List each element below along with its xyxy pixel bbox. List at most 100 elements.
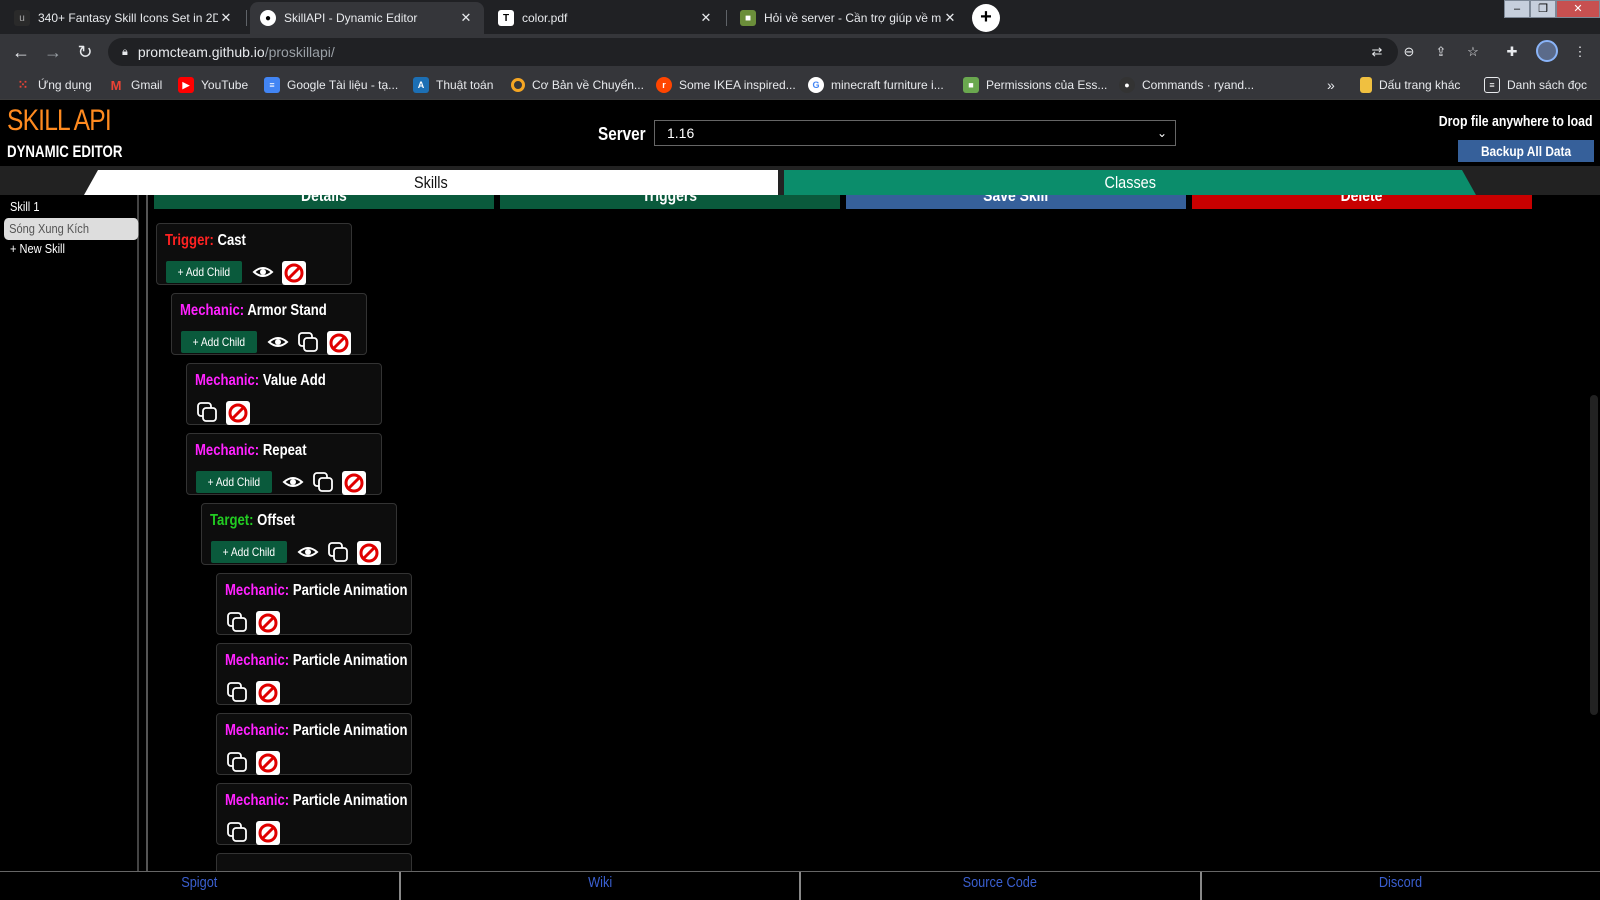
footer-link-wiki[interactable]: Wiki [401, 872, 801, 900]
copy-icon[interactable] [297, 331, 319, 353]
reading-list-button[interactable]: ≡ Danh sách đọc [1484, 76, 1587, 94]
bookmark-other[interactable]: Dấu trang khác [1360, 76, 1460, 94]
copy-icon[interactable] [327, 541, 349, 563]
server-label: Server [598, 124, 646, 144]
tab-divider [726, 10, 727, 26]
add-child-button[interactable]: + Add Child [166, 261, 242, 283]
skill-component-node[interactable] [216, 853, 412, 871]
bookmark-commands[interactable]: ● Commands · ryand... [1119, 76, 1254, 94]
backup-all-button[interactable]: Backup All Data [1458, 140, 1594, 162]
copy-icon[interactable] [226, 611, 248, 633]
copy-icon[interactable] [196, 401, 218, 423]
footer-link-spigot[interactable]: Spigot [0, 872, 401, 900]
tab-skills[interactable]: Skills [84, 170, 778, 195]
share-icon[interactable]: ⇪ [1433, 44, 1449, 60]
menu-kebab-icon[interactable]: ⋮ [1572, 44, 1588, 60]
youtube-icon: ▶ [178, 77, 194, 93]
skill-list-item-selected[interactable]: Sóng Xung Kích [4, 218, 139, 240]
copy-icon[interactable] [226, 681, 248, 703]
browser-tab[interactable]: u 340+ Fantasy Skill Icons Set in 2D ✕ [4, 2, 244, 34]
footer-link-discord[interactable]: Discord [1202, 872, 1600, 900]
scrollbar-thumb[interactable] [1590, 395, 1598, 715]
delete-icon[interactable] [256, 751, 280, 775]
skill-component-node[interactable]: Mechanic: Particle Animation [216, 713, 412, 775]
delete-icon[interactable] [356, 541, 381, 565]
bookmark-star-icon[interactable]: ☆ [1465, 44, 1481, 60]
maximize-icon[interactable]: ❐ [1530, 0, 1556, 18]
circle-icon [511, 78, 525, 92]
zoom-icon[interactable]: ⊖ [1401, 44, 1417, 60]
skill-component-node[interactable]: Mechanic: Value Add [186, 363, 382, 425]
bookmark-ikea[interactable]: r Some IKEA inspired... [656, 76, 796, 94]
close-window-icon[interactable]: ✕ [1556, 0, 1600, 18]
delete-icon[interactable] [256, 821, 280, 845]
bookmark-docs[interactable]: ≡ Google Tài liệu - tạ... [264, 76, 398, 94]
node-title: Mechanic: Particle Animation [225, 582, 408, 600]
add-child-button[interactable]: + Add Child [211, 541, 287, 563]
back-arrow-icon[interactable]: ← [11, 42, 31, 62]
translate-icon[interactable]: ⇄ [1369, 44, 1385, 60]
tab-divider [246, 10, 247, 26]
delete-icon[interactable] [226, 401, 250, 425]
bookmark-minecraft-furniture[interactable]: G minecraft furniture i... [808, 76, 944, 94]
node-controls [226, 610, 286, 635]
skill-component-node[interactable]: Mechanic: Particle Animation [216, 783, 412, 845]
tab-classes[interactable]: Classes [784, 170, 1476, 195]
extensions-puzzle-icon[interactable]: ✚ [1504, 44, 1520, 60]
browser-tab-active[interactable]: ● SkillAPI - Dynamic Editor ✕ [250, 2, 484, 34]
delete-skill-button[interactable]: Delete [1192, 195, 1532, 209]
close-tab-icon[interactable]: ✕ [458, 10, 474, 26]
server-select[interactable]: 1.16 ⌄ [654, 120, 1176, 146]
footer-link-source-code[interactable]: Source Code [801, 872, 1202, 900]
bookmark-basics[interactable]: Cơ Bản về Chuyển... [511, 76, 644, 94]
save-skill-button[interactable]: Save Skill [846, 195, 1186, 209]
browser-tab[interactable]: T color.pdf ✕ [488, 2, 724, 34]
node-name-label: Offset [257, 512, 296, 529]
reload-icon[interactable]: ↻ [75, 42, 95, 62]
triggers-button[interactable]: Triggers [500, 195, 840, 209]
bookmark-algorithm[interactable]: A Thuật toán [413, 76, 493, 94]
add-child-button[interactable]: + Add Child [181, 331, 257, 353]
node-name-label: Cast [217, 232, 246, 249]
delete-icon[interactable] [326, 331, 351, 355]
skill-list-item[interactable]: Skill 1 [10, 199, 39, 214]
skill-component-node[interactable]: Target: Offset + Add Child [201, 503, 397, 565]
eye-icon[interactable] [252, 261, 274, 283]
copy-icon[interactable] [312, 471, 334, 493]
skill-component-node[interactable]: Mechanic: Particle Animation [216, 643, 412, 705]
add-child-button[interactable]: + Add Child [196, 471, 272, 493]
skill-component-node[interactable]: Mechanic: Repeat + Add Child [186, 433, 382, 495]
eye-icon[interactable] [282, 471, 304, 493]
profile-avatar[interactable] [1536, 40, 1558, 62]
delete-icon[interactable] [256, 681, 280, 705]
address-bar[interactable]: 🔒︎ promcteam.github.io/proskillapi/ [108, 38, 1398, 66]
bookmark-youtube[interactable]: ▶ YouTube [178, 76, 248, 94]
delete-icon[interactable] [341, 471, 366, 495]
scrollbar[interactable] [1588, 195, 1600, 871]
skill-component-node[interactable]: Mechanic: Particle Animation [216, 573, 412, 635]
close-tab-icon[interactable]: ✕ [698, 10, 714, 26]
browser-tab[interactable]: ■ Hỏi về server - Cần trợ giúp về m ✕ [730, 2, 968, 34]
node-title: Mechanic: Repeat [195, 442, 307, 460]
copy-icon[interactable] [226, 751, 248, 773]
eye-icon[interactable] [297, 541, 319, 563]
node-controls [196, 400, 256, 425]
forward-arrow-icon[interactable]: → [43, 42, 63, 62]
copy-icon[interactable] [226, 821, 248, 843]
eye-icon[interactable] [267, 331, 289, 353]
details-button[interactable]: Details [154, 195, 494, 209]
bookmark-gmail[interactable]: M Gmail [108, 76, 163, 94]
bookmark-permissions[interactable]: ■ Permissions của Ess... [963, 76, 1107, 94]
node-type-label: Mechanic: [195, 442, 260, 459]
minimize-icon[interactable]: – [1504, 0, 1530, 18]
delete-icon[interactable] [256, 611, 280, 635]
skill-component-node[interactable]: Mechanic: Armor Stand + Add Child [171, 293, 367, 355]
new-skill-button[interactable]: + New Skill [10, 241, 65, 256]
delete-icon[interactable] [281, 261, 306, 285]
bookmarks-overflow-button[interactable]: » [1327, 76, 1335, 94]
new-tab-button[interactable]: + [972, 4, 1000, 32]
close-tab-icon[interactable]: ✕ [218, 10, 234, 26]
skill-component-node[interactable]: Trigger: Cast + Add Child [156, 223, 352, 285]
close-tab-icon[interactable]: ✕ [942, 10, 958, 26]
bookmark-apps[interactable]: ⁙ Ứng dụng [15, 76, 92, 94]
